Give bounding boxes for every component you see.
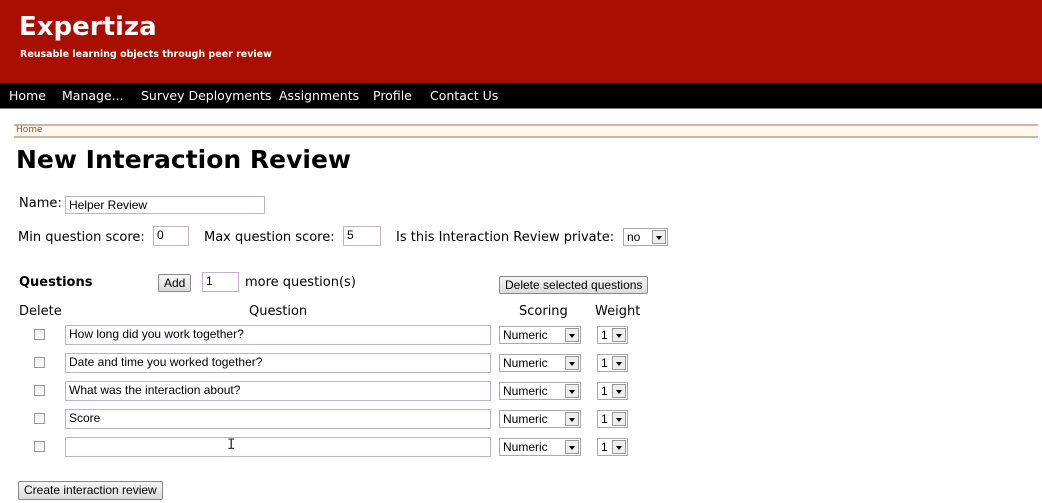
question-input[interactable]	[65, 437, 491, 457]
create-interaction-review-button[interactable]: Create interaction review	[18, 481, 163, 500]
scoring-select[interactable]: Numeric	[499, 326, 581, 344]
chevron-down-icon	[612, 328, 626, 342]
chevron-down-icon	[565, 412, 579, 426]
column-delete: Delete	[19, 304, 62, 319]
name-label: Name:	[19, 196, 62, 211]
weight-select[interactable]: 1	[597, 382, 628, 400]
weight-select[interactable]: 1	[597, 438, 628, 456]
nav-profile[interactable]: Profile	[373, 88, 412, 103]
scoring-value: Numeric	[503, 412, 548, 426]
weight-value: 1	[601, 440, 608, 454]
site-header: Expertiza Reusable learning objects thro…	[0, 0, 1042, 83]
scoring-value: Numeric	[503, 356, 548, 370]
column-question: Question	[249, 304, 308, 319]
chevron-down-icon	[652, 230, 666, 244]
add-questions-button[interactable]: Add	[158, 274, 192, 292]
column-scoring: Scoring	[519, 304, 568, 319]
weight-value: 1	[601, 328, 608, 342]
max-score-input[interactable]: 5	[343, 226, 381, 246]
chevron-down-icon	[565, 440, 579, 454]
main-nav: Home Manage... Survey Deployments Assign…	[0, 83, 1042, 109]
chevron-down-icon	[612, 412, 626, 426]
weight-value: 1	[601, 356, 608, 370]
more-questions-label: more question(s)	[245, 275, 356, 290]
chevron-down-icon	[565, 328, 579, 342]
nav-manage[interactable]: Manage...	[62, 88, 124, 103]
delete-checkbox[interactable]	[34, 357, 45, 368]
delete-selected-button[interactable]: Delete selected questions	[499, 276, 649, 294]
question-input[interactable]: How long did you work together?	[65, 325, 491, 345]
scoring-select[interactable]: Numeric	[499, 354, 581, 372]
scoring-select[interactable]: Numeric	[499, 410, 581, 428]
weight-select[interactable]: 1	[597, 410, 628, 428]
site-title: Expertiza	[19, 12, 157, 42]
weight-value: 1	[601, 412, 608, 426]
breadcrumb-home[interactable]: Home	[16, 125, 43, 135]
text-cursor-icon: I	[227, 437, 236, 453]
scoring-value: Numeric	[503, 384, 548, 398]
column-weight: Weight	[595, 304, 641, 319]
private-label: Is this Interaction Review private:	[396, 230, 615, 245]
nav-assignments[interactable]: Assignments	[279, 88, 359, 103]
delete-checkbox[interactable]	[34, 413, 45, 424]
breadcrumb: Home	[14, 124, 1038, 138]
chevron-down-icon	[565, 356, 579, 370]
delete-checkbox[interactable]	[34, 385, 45, 396]
max-score-label: Max question score:	[204, 230, 335, 245]
delete-checkbox[interactable]	[34, 441, 45, 452]
question-input[interactable]: Score	[65, 409, 491, 429]
weight-select[interactable]: 1	[597, 354, 628, 372]
chevron-down-icon	[565, 384, 579, 398]
site-tagline: Reusable learning objects through peer r…	[20, 49, 272, 60]
private-select-value: no	[627, 230, 641, 244]
scoring-value: Numeric	[503, 328, 548, 342]
chevron-down-icon	[612, 356, 626, 370]
min-score-label: Min question score:	[18, 230, 145, 245]
delete-checkbox[interactable]	[34, 329, 45, 340]
chevron-down-icon	[612, 440, 626, 454]
scoring-value: Numeric	[503, 440, 548, 454]
name-input[interactable]: Helper Review	[65, 196, 265, 214]
weight-select[interactable]: 1	[597, 326, 628, 344]
question-input[interactable]: What was the interaction about?	[65, 381, 491, 401]
chevron-down-icon	[612, 384, 626, 398]
questions-heading: Questions	[19, 275, 93, 290]
private-select[interactable]: no	[623, 228, 668, 246]
min-score-input[interactable]: 0	[153, 226, 189, 246]
nav-home[interactable]: Home	[9, 88, 46, 103]
scoring-select[interactable]: Numeric	[499, 438, 581, 456]
nav-survey-deployments[interactable]: Survey Deployments	[141, 88, 271, 103]
question-input[interactable]: Date and time you worked together?	[65, 353, 491, 373]
add-count-input[interactable]: 1	[202, 272, 239, 292]
weight-value: 1	[601, 384, 608, 398]
scoring-select[interactable]: Numeric	[499, 382, 581, 400]
nav-contact-us[interactable]: Contact Us	[430, 88, 498, 103]
page-title: New Interaction Review	[16, 145, 352, 174]
